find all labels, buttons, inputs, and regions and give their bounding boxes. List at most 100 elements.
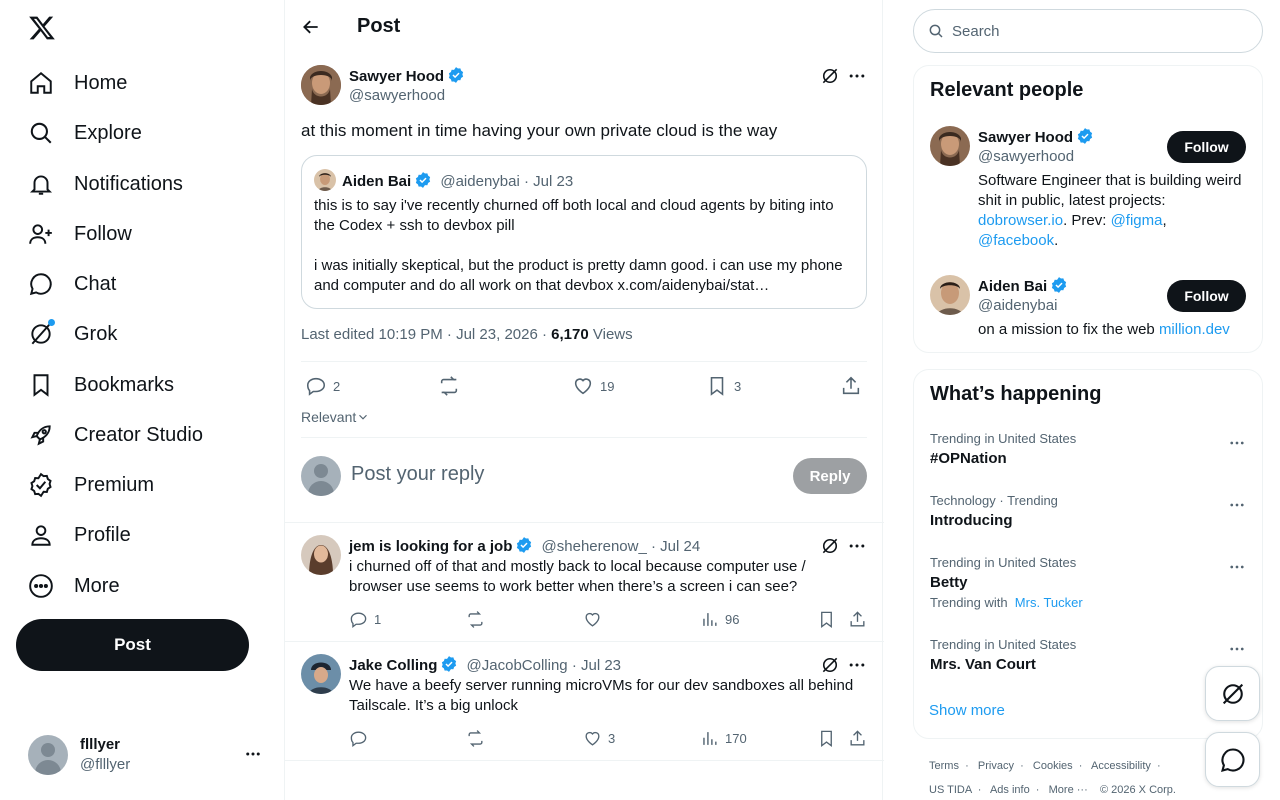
person-name[interactable]: Aiden Bai [978, 278, 1047, 295]
more-horizontal-icon[interactable] [1228, 496, 1246, 514]
share-action[interactable] [840, 375, 868, 397]
edited-timestamp[interactable]: Last edited 10:19 PM · Jul 23, 2026 · [301, 326, 551, 343]
chat-icon [1220, 747, 1244, 772]
avatar[interactable] [930, 275, 970, 315]
reply-author-handle: @sheherenow_ [541, 538, 647, 555]
bookmark-action[interactable] [817, 610, 842, 629]
reply-author-handle: @JacobColling [466, 657, 568, 674]
bookmark-action[interactable] [817, 729, 842, 748]
share-action[interactable] [848, 610, 873, 629]
footer-link[interactable]: Cookies [1033, 760, 1073, 772]
quoted-post[interactable]: Aiden Bai @aidenybai · Jul 23 this is to… [301, 155, 867, 309]
rocket-icon [28, 422, 54, 448]
footer-link[interactable]: Ads info [990, 784, 1030, 796]
share-action[interactable] [848, 729, 873, 748]
trend-item[interactable]: Trending in United States Betty Trending… [930, 555, 1083, 610]
footer-link[interactable]: US TIDA [929, 784, 972, 796]
repost-action[interactable] [466, 729, 491, 748]
more-horizontal-icon[interactable] [1228, 434, 1246, 452]
grok-icon[interactable] [820, 536, 840, 556]
nav-home[interactable]: Home [28, 63, 127, 103]
trend-item[interactable]: Technology · Trending Introducing [930, 493, 1058, 529]
bio-mention[interactable]: @figma [1111, 212, 1163, 229]
bio-link[interactable]: million.dev [1159, 321, 1230, 338]
post-button[interactable]: Post [16, 619, 249, 671]
more-horizontal-icon[interactable] [1228, 640, 1246, 658]
nav-label: Chat [74, 272, 117, 295]
back-arrow-icon[interactable] [301, 17, 321, 37]
trend-item[interactable]: Trending in United States Mrs. Van Court [930, 637, 1076, 673]
footer-link[interactable]: Privacy [978, 760, 1014, 772]
reply-author-name[interactable]: Jake Colling [349, 657, 437, 674]
trend-item[interactable]: Trending in United States #OPNation [930, 431, 1076, 467]
grok-icon [28, 319, 55, 347]
footer-link[interactable]: Accessibility [1091, 760, 1151, 772]
reply-input[interactable]: Post your reply [351, 463, 484, 486]
avatar [301, 535, 341, 575]
person-handle: @aidenybai [978, 297, 1058, 314]
sort-dropdown[interactable]: Relevant [301, 409, 370, 425]
footer-link[interactable]: Terms [929, 760, 959, 772]
follow-button[interactable]: Follow [1167, 131, 1246, 163]
nav-label: Follow [74, 222, 132, 245]
page-title: Post [357, 15, 401, 37]
more-horizontal-icon[interactable] [847, 655, 867, 675]
person-name[interactable]: Sawyer Hood [978, 129, 1073, 146]
author-name[interactable]: Sawyer Hood [349, 68, 444, 85]
nav-creator-studio[interactable]: Creator Studio [28, 415, 203, 455]
reply-count: 2 [333, 378, 341, 394]
main-column: Post Sawyer Hood @sawyerhood at this mom… [284, 0, 884, 800]
grok-float-button[interactable] [1205, 666, 1260, 721]
nav-profile[interactable]: Profile [28, 515, 131, 555]
more-horizontal-icon[interactable] [847, 536, 867, 556]
trending-with-link[interactable]: Mrs. Tucker [1015, 595, 1083, 610]
nav-label: Notifications [74, 172, 183, 195]
grok-icon[interactable] [820, 655, 840, 675]
more-horizontal-icon[interactable] [244, 745, 262, 763]
account-switcher[interactable]: flllyer @flllyer [28, 735, 268, 775]
repost-action[interactable] [438, 375, 466, 397]
show-more-link[interactable]: Show more [929, 702, 1005, 719]
heart-icon [585, 612, 600, 627]
sort-label: Relevant [301, 409, 357, 425]
search-input[interactable]: Search [913, 9, 1263, 53]
footer-link[interactable]: More ··· [1049, 784, 1088, 796]
like-action[interactable] [583, 610, 608, 629]
verified-badge-icon [1052, 277, 1067, 293]
reply-action[interactable]: 1 [349, 610, 381, 629]
grok-icon[interactable] [820, 66, 840, 86]
nav-bookmarks[interactable]: Bookmarks [28, 365, 174, 405]
reply-action[interactable] [349, 729, 374, 748]
messages-float-button[interactable] [1205, 732, 1260, 787]
more-horizontal-icon[interactable] [847, 66, 867, 86]
nav-chat[interactable]: Chat [28, 264, 116, 304]
nav-follow[interactable]: Follow [28, 214, 132, 254]
quote-date: Jul 23 [533, 173, 574, 190]
follow-button[interactable]: Follow [1167, 280, 1246, 312]
reply-action[interactable]: 2 [305, 375, 340, 397]
like-action[interactable]: 19 [572, 375, 614, 397]
trend-name: Introducing [930, 512, 1013, 529]
repost-action[interactable] [466, 610, 491, 629]
x-logo-icon[interactable] [28, 14, 56, 42]
bio-link[interactable]: dobrowser.io [978, 212, 1063, 229]
avatar[interactable] [301, 65, 341, 105]
reply-icon [350, 612, 367, 628]
nav-more[interactable]: More [28, 566, 120, 606]
more-horizontal-icon[interactable] [1228, 558, 1246, 576]
trend-context: Trending in United States [930, 431, 1077, 446]
avatar[interactable] [930, 126, 970, 166]
nav-grok[interactable]: Grok [28, 314, 117, 354]
nav-notifications[interactable]: Notifications [28, 164, 183, 204]
views-action[interactable]: 170 [700, 729, 747, 748]
nav-explore[interactable]: Explore [28, 113, 142, 153]
bio-mention[interactable]: @facebook [978, 232, 1054, 249]
bookmark-count: 3 [734, 378, 742, 394]
reply-button[interactable]: Reply [793, 458, 867, 494]
bookmark-action[interactable]: 3 [706, 375, 741, 397]
share-icon [842, 376, 860, 395]
like-action[interactable]: 3 [583, 729, 615, 748]
nav-premium[interactable]: Premium [28, 465, 154, 505]
reply-author-name[interactable]: jem is looking for a job [349, 538, 512, 555]
views-action[interactable]: 96 [700, 610, 739, 629]
